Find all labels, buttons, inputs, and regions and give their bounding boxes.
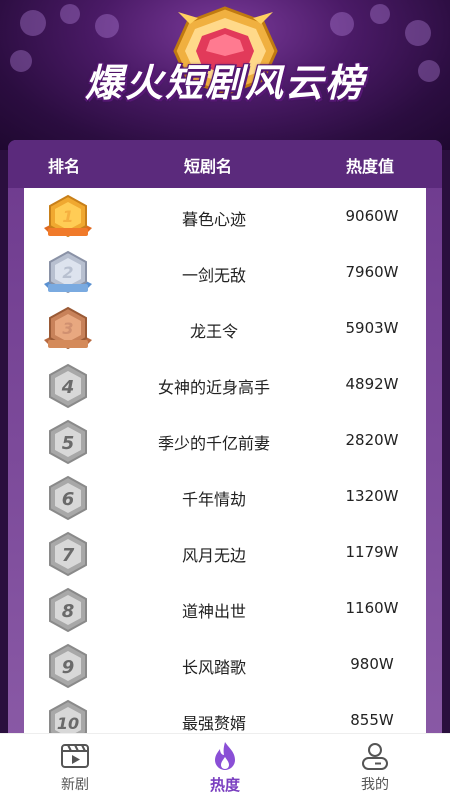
ranking-list: 1 暮色心迹 9060W 2 一剑无敌 7960W 3 龙王令 5903W 4 … (24, 188, 426, 733)
rank-number: 1 (62, 207, 73, 226)
stage-light (60, 4, 80, 24)
stage-light (370, 4, 390, 24)
rank-number: 9 (62, 657, 75, 678)
tab-hot[interactable]: 热度 (150, 734, 300, 800)
stage-light (405, 20, 431, 46)
table-row[interactable]: 8 道神出世 1160W (24, 580, 426, 636)
stage-light (330, 12, 354, 36)
header-name: 短剧名 (184, 157, 233, 176)
rank-number: 4 (61, 377, 75, 398)
page-title: 爆火短剧风云榜 (84, 61, 365, 105)
film-icon (61, 744, 89, 768)
table-row[interactable]: 4 女神的近身高手 4892W (24, 356, 426, 412)
table-row[interactable]: 2 一剑无敌 7960W (24, 244, 426, 300)
flame-icon (215, 742, 235, 770)
stage-light (95, 14, 119, 38)
rank-badge-icon: 9 (49, 643, 87, 689)
table-row[interactable]: 6 千年情劫 1320W (24, 468, 426, 524)
table-row[interactable]: 10 最强赘婿 855W (24, 692, 426, 733)
tab-label: 新剧 (61, 777, 89, 793)
rank-number: 5 (62, 433, 75, 454)
rank-number: 7 (62, 545, 75, 566)
table-row[interactable]: 5 季少的千亿前妻 2820W (24, 412, 426, 468)
rank-number: 2 (62, 263, 73, 282)
drama-name: 千年情劫 (181, 490, 246, 509)
table-row[interactable]: 9 长风踏歌 980W (24, 636, 426, 692)
rank-number: 10 (57, 714, 79, 733)
table-row[interactable]: 7 风月无边 1179W (24, 524, 426, 580)
tab-new[interactable]: 新剧 (0, 734, 150, 800)
heat-value: 855W (350, 711, 394, 729)
heat-value: 2820W (345, 431, 399, 449)
drama-name: 暮色心迹 (181, 210, 246, 229)
rank-badge-icon: 10 (49, 699, 87, 733)
bronze-medal-icon: 3 (44, 306, 92, 350)
heat-value: 7960W (345, 263, 399, 281)
heat-value: 4892W (345, 375, 399, 393)
tab-label: 热度 (209, 776, 240, 794)
rank-badge-icon: 6 (49, 475, 87, 521)
bottom-tab-bar: 新剧 热度 我的 (0, 733, 450, 800)
header-heat: 热度值 (346, 157, 395, 176)
stage-light (20, 10, 46, 36)
gold-medal-icon: 1 (44, 194, 92, 238)
hero-banner: 爆火短剧风云榜 (0, 0, 450, 150)
user-icon (362, 743, 388, 770)
table-header: 排名 短剧名 热度值 (8, 140, 442, 188)
heat-value: 1160W (345, 599, 399, 617)
heat-value: 1179W (345, 543, 399, 561)
tab-label: 我的 (361, 777, 389, 793)
drama-name: 风月无边 (181, 546, 246, 565)
drama-name: 女神的近身高手 (157, 378, 270, 397)
rank-badge-icon: 7 (49, 531, 87, 577)
rank-number: 3 (62, 319, 73, 338)
table-row[interactable]: 1 暮色心迹 9060W (24, 188, 426, 244)
drama-name: 季少的千亿前妻 (157, 434, 270, 453)
heat-value: 5903W (345, 319, 399, 337)
heat-value: 1320W (345, 487, 399, 505)
rank-badge-icon: 8 (49, 587, 87, 633)
table-row[interactable]: 3 龙王令 5903W (24, 300, 426, 356)
header-rank: 排名 (48, 157, 81, 176)
drama-name: 长风踏歌 (181, 658, 246, 677)
rank-number: 6 (62, 489, 75, 510)
drama-name: 龙王令 (189, 322, 238, 341)
silver-medal-icon: 2 (44, 250, 92, 294)
drama-name: 一剑无敌 (181, 266, 246, 285)
drama-name: 道神出世 (181, 602, 246, 621)
heat-value: 980W (350, 655, 394, 673)
drama-name: 最强赘婿 (181, 714, 246, 733)
rank-badge-icon: 5 (49, 419, 87, 465)
rank-number: 8 (62, 601, 75, 622)
rank-badge-icon: 4 (49, 363, 87, 409)
tab-mine[interactable]: 我的 (300, 734, 450, 800)
heat-value: 9060W (345, 207, 399, 225)
